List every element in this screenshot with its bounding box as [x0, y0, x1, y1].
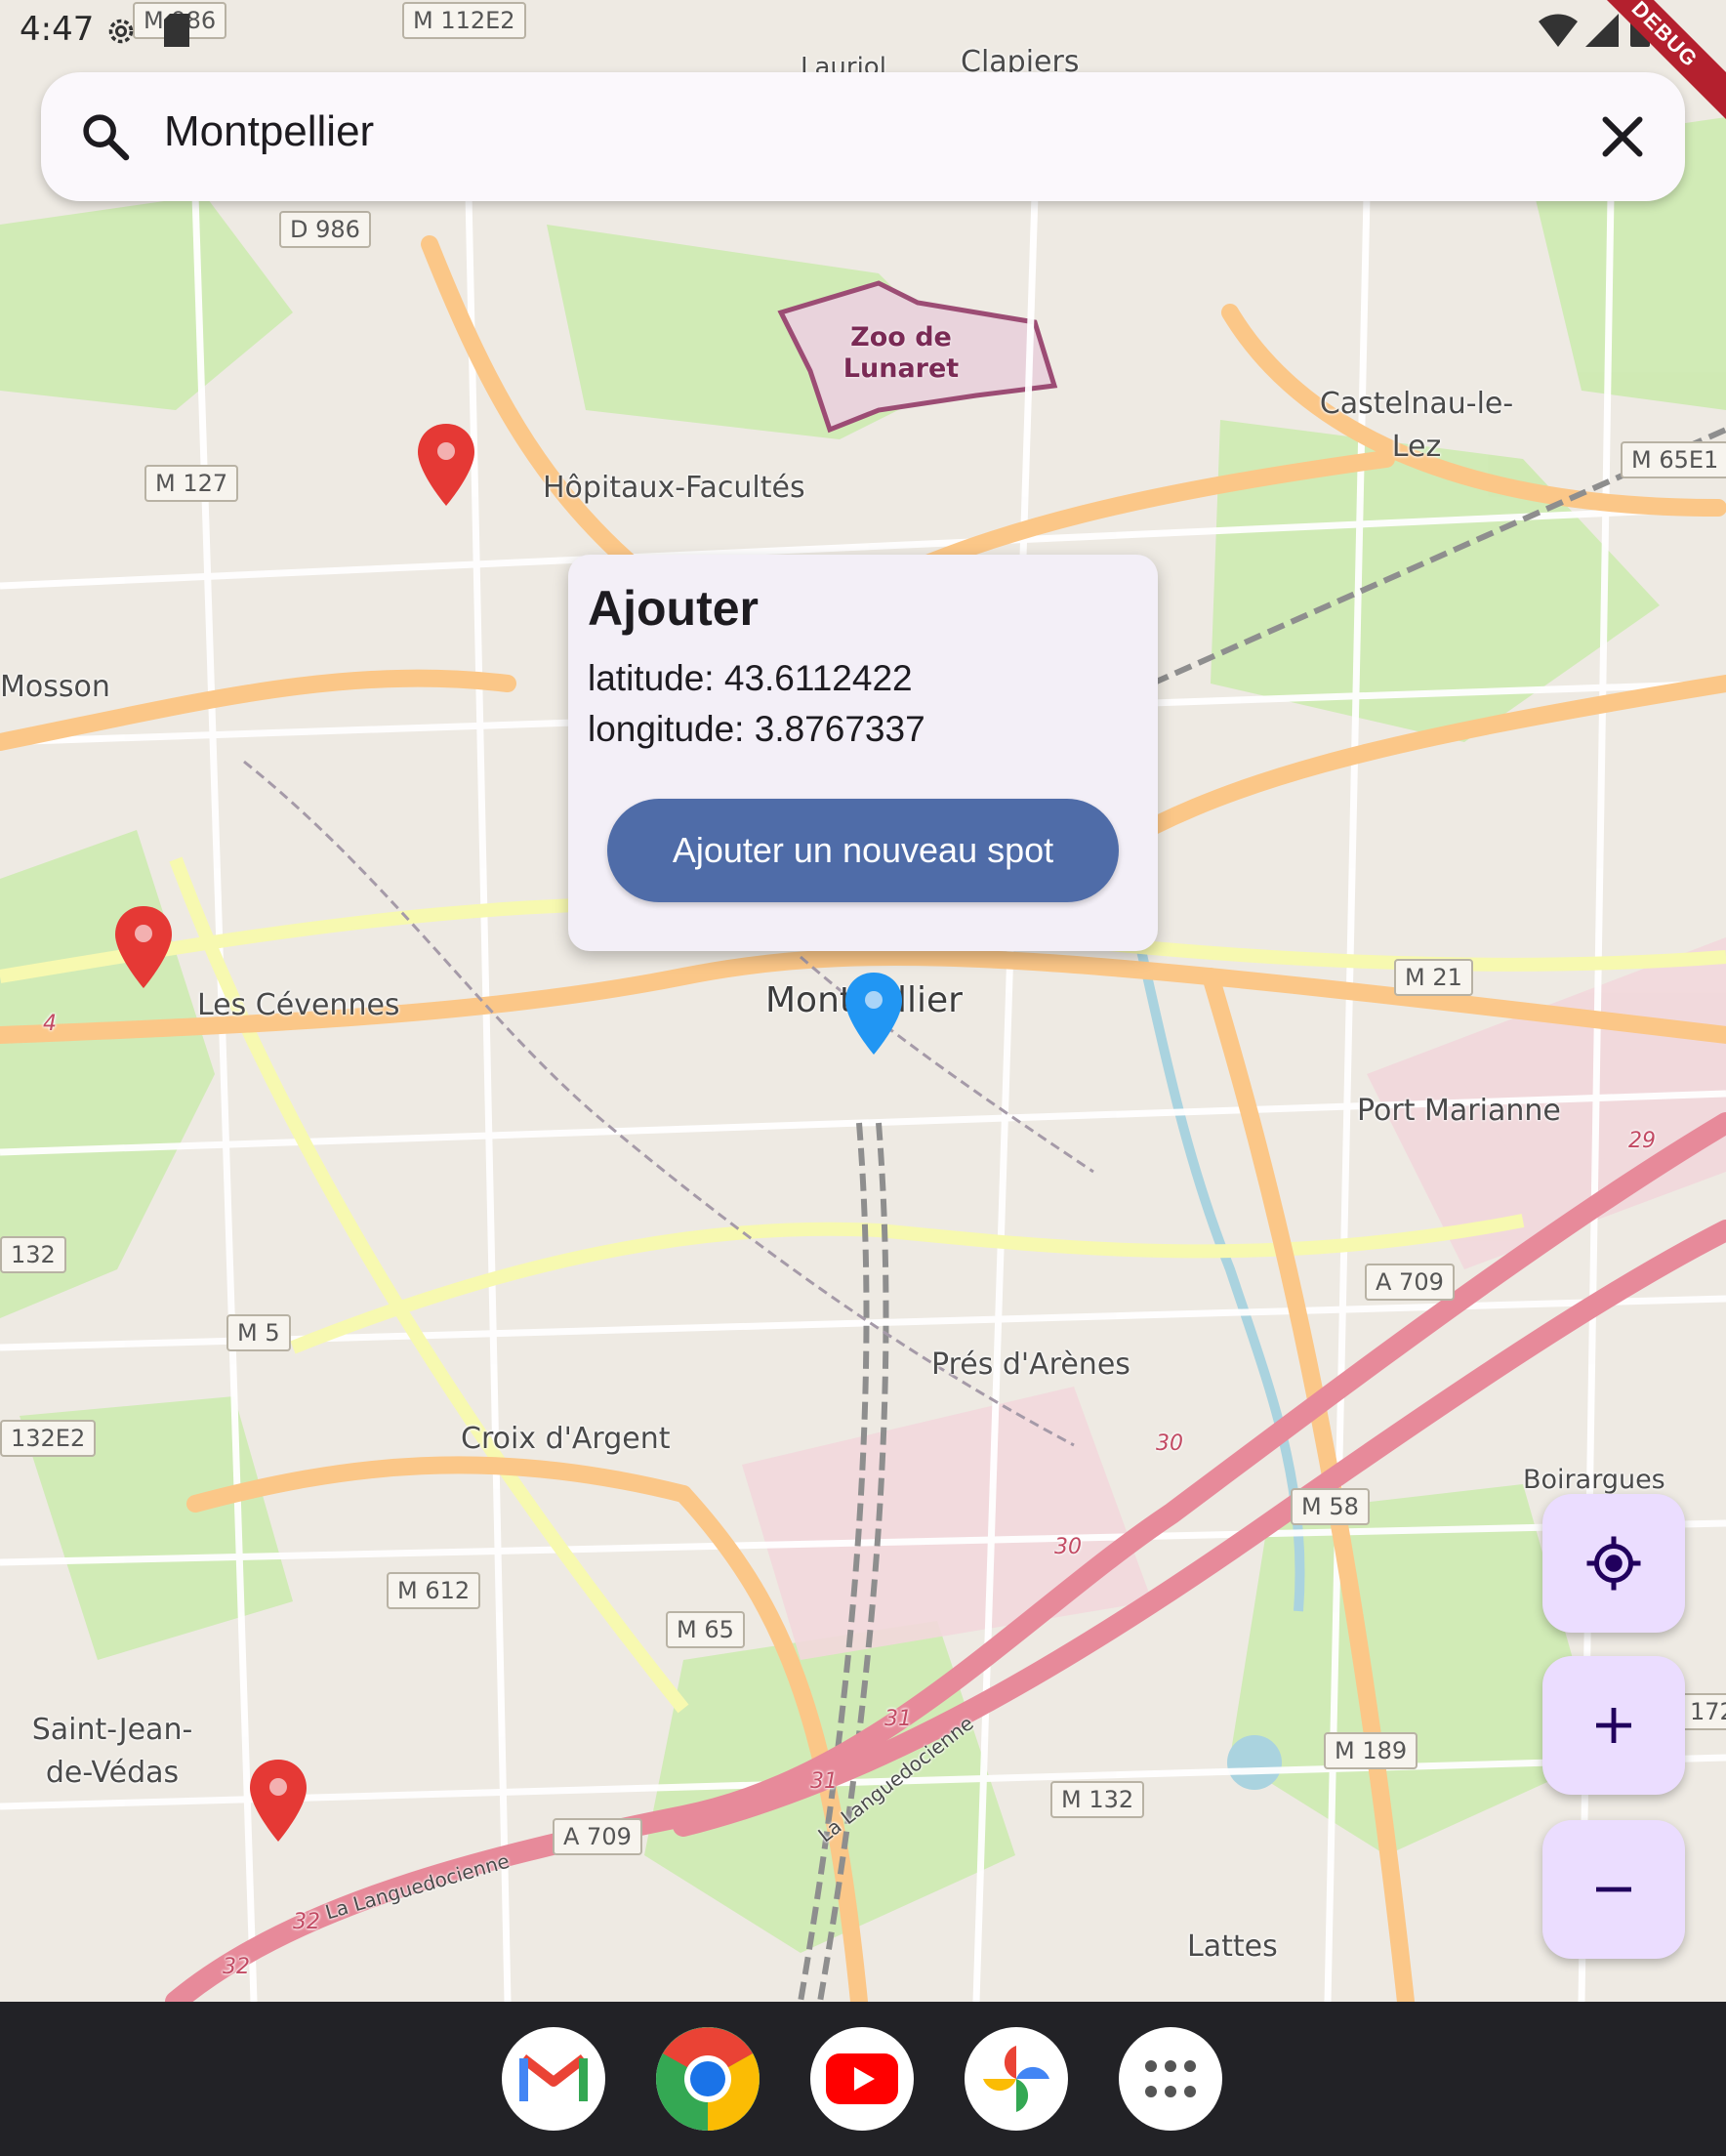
popup-title: Ajouter [588, 581, 759, 636]
road-shield: 132 [0, 1236, 66, 1273]
route-number: 29 [1628, 1129, 1656, 1153]
chrome-icon [656, 2027, 760, 2131]
map-label-pres-arenes: Prés d'Arènes [931, 1348, 1130, 1382]
zoom-in-button[interactable] [1542, 1656, 1685, 1795]
gmail-app-icon[interactable] [502, 2027, 605, 2131]
road-shield: M 189 [1324, 1732, 1418, 1769]
road-shield: D 986 [279, 211, 371, 248]
road-shield: 172 [1679, 1693, 1726, 1730]
road-shield: M 5 [226, 1314, 291, 1351]
map-label-boirargues: Boirargues [1523, 1465, 1665, 1495]
sd-card-icon [164, 14, 189, 47]
map-label-castelnau: Castelnau-le-Lez [1319, 387, 1514, 464]
add-spot-button[interactable]: Ajouter un nouveau spot [607, 799, 1119, 902]
spot-marker[interactable] [248, 1758, 308, 1844]
wifi-icon [1539, 14, 1578, 47]
app-grid-icon [1145, 2060, 1196, 2097]
road-shield: A 709 [553, 1818, 642, 1855]
add-spot-popup: Ajouter latitude: 43.6112422 longitude: … [568, 555, 1158, 951]
search-input[interactable]: Montpellier [164, 107, 374, 156]
my-location-icon [1586, 1536, 1641, 1591]
search-icon[interactable] [78, 109, 133, 164]
road-shield: M 65 [666, 1611, 745, 1648]
road-shield: M 58 [1291, 1488, 1370, 1525]
route-number: 4 [43, 1012, 57, 1036]
route-number: 30 [1156, 1431, 1183, 1456]
map-view[interactable]: Clapiers Lauriol Zoo de Lunaret Castelna… [0, 0, 1726, 2002]
settings-icon [108, 19, 134, 44]
road-shield: M 21 [1394, 959, 1473, 996]
road-shield: 132E2 [0, 1420, 97, 1457]
current-location-marker[interactable] [843, 971, 904, 1057]
road-shield: M 132 [1050, 1781, 1145, 1818]
app-drawer-button[interactable] [1119, 2027, 1222, 2131]
map-label-port-marianne: Port Marianne [1357, 1094, 1561, 1128]
close-icon[interactable] [1593, 107, 1652, 166]
photos-app-icon[interactable] [965, 2027, 1068, 2131]
road-shield: A 709 [1365, 1264, 1455, 1301]
route-number: 32 [293, 1910, 320, 1934]
photos-icon [983, 2046, 1049, 2112]
popup-longitude: longitude: 3.8767337 [588, 709, 925, 749]
search-bar[interactable]: Montpellier [41, 72, 1685, 201]
youtube-app-icon[interactable] [810, 2027, 914, 2131]
gmail-icon [519, 2054, 588, 2101]
youtube-icon [826, 2053, 898, 2104]
route-number: 31 [810, 1769, 838, 1794]
status-time: 4:47 [20, 10, 95, 49]
road-shield: M 612 [387, 1572, 481, 1609]
status-bar: 4:47 [0, 0, 1726, 59]
road-shield: M 65E1 [1621, 441, 1726, 478]
road-shield: M 127 [144, 465, 239, 502]
my-location-button[interactable] [1542, 1494, 1685, 1633]
map-label-lattes: Lattes [1187, 1929, 1278, 1964]
minus-icon [1596, 1886, 1631, 1892]
map-label-croix-argent: Croix d'Argent [461, 1422, 671, 1456]
signal-icon [1585, 14, 1619, 47]
map-label-saint-jean: Saint-Jean-de-Védas [31, 1713, 193, 1790]
chrome-app-icon[interactable] [656, 2027, 760, 2131]
spot-marker[interactable] [416, 422, 476, 508]
zoom-out-button[interactable] [1542, 1820, 1685, 1959]
map-label-cevennes: Les Cévennes [197, 988, 400, 1022]
map-label-mosson: Mosson [0, 670, 110, 704]
spot-marker[interactable] [113, 904, 174, 990]
map-label-hopitaux: Hôpitaux-Facultés [543, 471, 805, 505]
route-number: 30 [1054, 1535, 1082, 1559]
map-label-zoo: Zoo de Lunaret [842, 322, 960, 384]
plus-icon [1596, 1708, 1631, 1743]
route-number: 32 [223, 1955, 250, 1979]
route-number: 31 [884, 1707, 912, 1731]
popup-latitude: latitude: 43.6112422 [588, 658, 913, 698]
